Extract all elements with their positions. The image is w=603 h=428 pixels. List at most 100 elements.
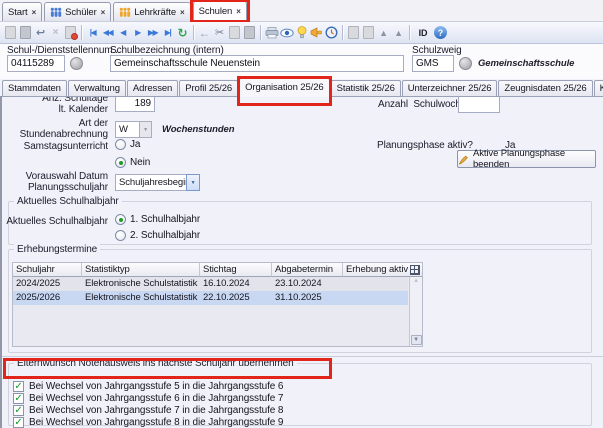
undo-button[interactable]: ↩ (33, 24, 48, 42)
tab-zeugnisdaten[interactable]: Zeugnisdaten 25/26 (498, 80, 592, 96)
new-record-button[interactable] (3, 24, 18, 42)
save-icon (20, 26, 31, 39)
schulzweig-input[interactable] (412, 55, 454, 72)
mdi-tab-start[interactable]: Start × (2, 2, 42, 21)
back-button[interactable]: ← (197, 24, 212, 42)
cut-button[interactable]: ✂ (212, 24, 227, 42)
elternwunsch-group-title: Elternwunsch Notenausweis ins nächste Sc… (14, 358, 297, 369)
radio-selected-icon (115, 157, 126, 168)
scroll-down-button[interactable]: ▼ (411, 335, 422, 345)
stundenabrechnung-select[interactable]: W ▼ (115, 121, 152, 138)
copy-button[interactable] (227, 24, 242, 42)
column-header-statistiktyp[interactable]: Statistiktyp (82, 263, 200, 277)
table-scrollbar[interactable]: ▲ ▼ (409, 277, 422, 346)
mdi-tab-schueler[interactable]: Schüler × (44, 2, 111, 21)
tab-unterzeichner[interactable]: Unterzeichner 25/26 (402, 80, 498, 96)
announce-button[interactable] (309, 24, 324, 42)
close-tab-icon[interactable]: × (32, 8, 37, 17)
cell-schuljahr: 2025/2026 (13, 291, 82, 305)
halbjahr-group-title: Aktuelles Schulhalbjahr (14, 196, 122, 207)
toolbar-separator (193, 25, 194, 40)
tab-organisation[interactable]: Organisation 25/26 (239, 78, 329, 96)
schultage-input[interactable] (115, 96, 155, 112)
nav-first-button[interactable]: |◀ (85, 24, 100, 42)
samstag-nein-radio[interactable]: Nein (115, 157, 150, 168)
paste-button[interactable] (242, 24, 257, 42)
tab-label: Zeugnisdaten 25/26 (504, 83, 586, 94)
scroll-up-icon[interactable]: ▲ (413, 278, 419, 284)
nav-prev-button[interactable]: ◀ (115, 24, 130, 42)
sheet-icon (348, 26, 359, 39)
cell-stichtag: 16.10.2024 (200, 277, 272, 291)
button-label: Aktive Planungsphase beenden (473, 148, 595, 170)
column-picker-icon (410, 265, 420, 275)
column-header-erhebung-aktiv[interactable]: Erhebung aktiv (343, 263, 408, 277)
section-tab-bar: Stammdaten Verwaltung Adressen Profil 25… (2, 79, 603, 96)
wechsel-6-7-checkbox[interactable]: ✓ Bei Wechsel von Jahrgangsstufe 6 in di… (13, 393, 283, 404)
tab-stammdaten[interactable]: Stammdaten (2, 80, 67, 96)
mdi-tab-lehrkraefte[interactable]: Lehrkräfte × (113, 2, 190, 21)
reminder-button[interactable] (324, 24, 339, 42)
window-left-edge (0, 96, 2, 428)
tab-adressen[interactable]: Adressen (127, 80, 178, 96)
lookup-button[interactable] (70, 57, 83, 70)
hint-button[interactable] (294, 24, 309, 42)
cell-statistiktyp: Elektronische Schulstatistik (82, 291, 200, 305)
mdi-tab-label: Lehrkräfte (134, 7, 176, 18)
radio-icon (115, 230, 126, 241)
mdi-tab-schulen[interactable]: Schulen × (193, 1, 247, 21)
mdi-tab-label: Schulen (199, 6, 233, 17)
halbjahr-2-radio[interactable]: 2. Schulhalbjahr (115, 230, 200, 241)
dienststellennummer-input[interactable] (7, 55, 65, 72)
wechsel-8-9-checkbox[interactable]: ✓ Bei Wechsel von Jahrgangsstufe 8 in di… (13, 417, 283, 428)
close-tab-icon[interactable]: × (101, 8, 106, 17)
delete-button[interactable]: × (48, 24, 63, 42)
mdi-tab-label: Schüler (65, 7, 97, 18)
help-button[interactable]: ? (433, 24, 448, 42)
tab-profil[interactable]: Profil 25/26 (179, 80, 238, 96)
samstag-ja-radio[interactable]: Ja (115, 139, 140, 150)
tab-verwaltung[interactable]: Verwaltung (68, 80, 126, 96)
planungsschuljahr-select[interactable]: Schuljahresbeginn ▼ (115, 174, 200, 191)
nav-next-fast-button[interactable]: ▶▶ (145, 24, 160, 42)
nav-next-icon: ▶ (135, 28, 140, 37)
column-picker-button[interactable] (408, 263, 422, 277)
import-up-button[interactable]: ▲ (391, 24, 406, 42)
report-button[interactable] (346, 24, 361, 42)
column-header-abgabetermin[interactable]: Abgabetermin (272, 263, 343, 277)
column-header-stichtag[interactable]: Stichtag (200, 263, 272, 277)
chevron-down-icon: ▼ (139, 121, 152, 138)
close-tab-icon[interactable]: × (236, 7, 241, 16)
checkbox-checked-icon: ✓ (13, 393, 24, 404)
refresh-icon: ↻ (178, 26, 188, 40)
toolbar-separator (81, 25, 82, 40)
nav-last-button[interactable]: ▶| (160, 24, 175, 42)
report-alt-button[interactable] (361, 24, 376, 42)
save-button[interactable] (18, 24, 33, 42)
id-button[interactable]: ID (413, 24, 433, 42)
halbjahr-1-radio[interactable]: 1. Schulhalbjahr (115, 214, 200, 225)
tab-kalender-termine[interactable]: Kalender/Termine 25/26 (594, 80, 603, 96)
schulzweig-hint: Gemeinschaftsschule (478, 58, 574, 69)
nav-prev-icon: ◀ (120, 28, 125, 37)
form-reset-button[interactable] (63, 24, 78, 42)
print-button[interactable] (264, 24, 279, 42)
tab-statistik[interactable]: Statistik 25/26 (331, 80, 401, 96)
table-row-selected[interactable]: 2025/2026 Elektronische Schulstatistik 2… (13, 291, 408, 305)
preview-button[interactable] (279, 24, 294, 42)
nav-prev-fast-button[interactable]: ◀◀ (100, 24, 115, 42)
schulwochen-input[interactable] (458, 96, 500, 113)
wechsel-7-8-checkbox[interactable]: ✓ Bei Wechsel von Jahrgangsstufe 7 in di… (13, 405, 283, 416)
end-planning-phase-button[interactable]: Aktive Planungsphase beenden (457, 150, 596, 168)
nav-next-button[interactable]: ▶ (130, 24, 145, 42)
copy-icon (229, 26, 240, 39)
export-up-button[interactable]: ▲ (376, 24, 391, 42)
refresh-button[interactable]: ↻ (175, 24, 190, 42)
close-tab-icon[interactable]: × (180, 8, 185, 17)
table-row[interactable]: 2024/2025 Elektronische Schulstatistik 1… (13, 277, 408, 291)
column-header-schuljahr[interactable]: Schuljahr (13, 263, 82, 277)
schulbezeichnung-input[interactable] (110, 55, 404, 72)
lookup-button[interactable] (459, 57, 472, 70)
wechsel-5-6-checkbox[interactable]: ✓ Bei Wechsel von Jahrgangsstufe 5 in di… (13, 381, 283, 392)
select-value: W (115, 121, 139, 138)
